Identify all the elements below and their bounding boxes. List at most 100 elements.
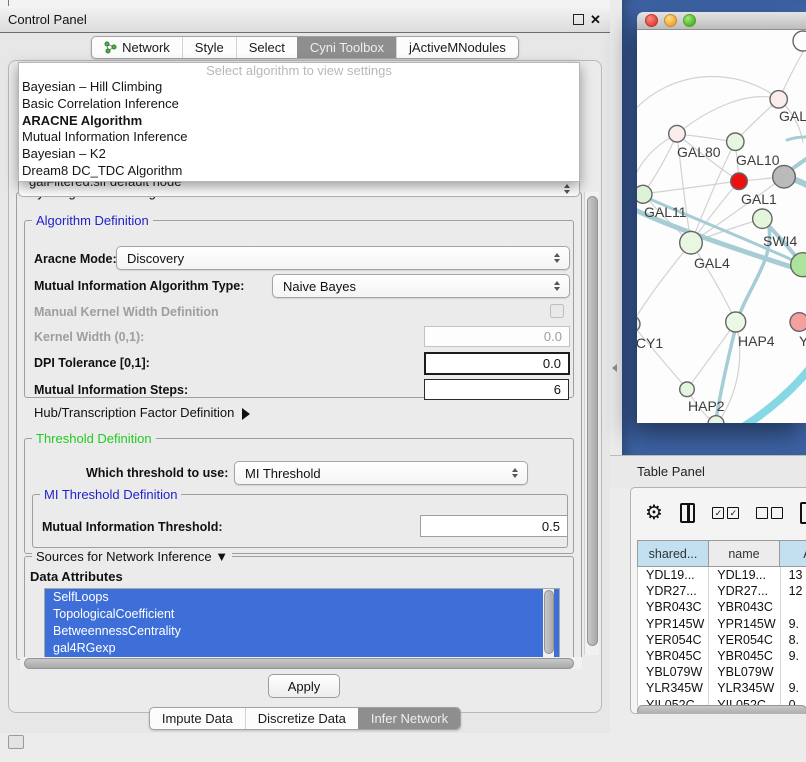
network-graph[interactable]: GALGAL80GAL10GAL1GAL11SWI4GAL4GCY1HAP4YH… <box>637 30 806 423</box>
close-panel-icon[interactable]: ✕ <box>590 13 601 26</box>
manual-kernel-width-label: Manual Kernel Width Definition <box>34 305 219 319</box>
which-threshold-combobox[interactable]: MI Threshold <box>234 461 528 485</box>
tab-jactivemnodules[interactable]: jActiveMNodules <box>396 37 518 58</box>
manual-kernel-width-checkbox[interactable] <box>550 304 564 318</box>
tab-label: Impute Data <box>162 711 233 726</box>
network-node-hap2[interactable] <box>680 382 695 397</box>
kernel-width-field[interactable]: 0.0 <box>424 326 570 347</box>
network-node-hap4[interactable] <box>726 312 746 332</box>
network-node[interactable] <box>791 253 806 277</box>
hub-definition-toggle[interactable]: Hub/Transcription Factor Definition <box>34 405 250 420</box>
mi-steps-field[interactable]: 6 <box>424 379 569 400</box>
tab-cyni-toolbox[interactable]: Cyni Toolbox <box>297 37 396 58</box>
close-window-icon[interactable] <box>645 14 658 27</box>
network-edge[interactable] <box>643 134 677 194</box>
network-node-gal80[interactable] <box>669 125 686 142</box>
mi-algorithm-type-combobox[interactable]: Naive Bayes <box>272 274 570 298</box>
network-node-gal4[interactable] <box>680 231 703 254</box>
network-node-gcy1[interactable] <box>637 316 640 332</box>
settings-horizontal-scrollbar-thumb[interactable] <box>24 658 574 669</box>
tab-label: Infer Network <box>371 711 448 726</box>
network-window-titlebar[interactable] <box>637 12 806 30</box>
table-cell: YLR345W <box>709 680 780 696</box>
table-horizontal-scrollbar[interactable] <box>635 704 806 714</box>
table-cell: YDL19... <box>709 567 780 583</box>
attr-list-scrollbar[interactable] <box>543 589 554 658</box>
tab-select[interactable]: Select <box>236 37 297 58</box>
apply-button[interactable]: Apply <box>268 674 340 698</box>
network-window: GALGAL80GAL10GAL1GAL11SWI4GAL4GCY1HAP4YH… <box>637 12 806 423</box>
table-cell: YBR045C <box>709 648 780 664</box>
network-node-gal1[interactable] <box>731 173 748 190</box>
algorithm-dropdown-popup: Select algorithm to view settings Bayesi… <box>18 62 580 182</box>
tab-network[interactable]: Network <box>92 37 182 58</box>
table-row[interactable]: YLR345WYLR345W9. <box>638 680 806 696</box>
float-panel-icon[interactable] <box>573 14 584 25</box>
attr-list-scrollbar-thumb[interactable] <box>544 590 554 654</box>
data-attributes-list[interactable]: SelfLoopsTopologicalCoefficientBetweenne… <box>44 588 560 661</box>
tab-infer-network[interactable]: Infer Network <box>358 708 460 729</box>
tab-discretize-data[interactable]: Discretize Data <box>245 708 358 729</box>
network-node-gal[interactable] <box>770 91 787 108</box>
attribute-item-gal4rgexp[interactable]: gal4RGexp <box>45 640 559 657</box>
table-row[interactable]: YER054CYER054C8. <box>638 632 806 648</box>
table-data-combobox[interactable]: galFiltered.sif default node <box>18 180 580 197</box>
network-canvas[interactable]: GALGAL80GAL10GAL1GAL11SWI4GAL4GCY1HAP4YH… <box>637 30 806 423</box>
network-node-gal11[interactable] <box>637 185 652 203</box>
network-edge[interactable] <box>735 356 806 423</box>
table-row[interactable]: YBR043CYBR043C <box>638 599 806 615</box>
column-header-name[interactable]: name <box>709 541 780 566</box>
dpi-tolerance-field[interactable]: 0.0 <box>424 352 570 375</box>
network-edge[interactable] <box>643 181 739 194</box>
table-row[interactable]: YDR27...YDR27...12 <box>638 583 806 599</box>
select-all-checkboxes-icon[interactable]: ✓✓ <box>712 507 739 519</box>
network-node[interactable] <box>793 31 806 51</box>
minimize-window-icon[interactable] <box>664 14 677 27</box>
algorithm-option-aracne-algorithm[interactable]: ARACNE Algorithm <box>19 113 579 130</box>
gear-icon[interactable]: ⚙ <box>645 503 663 523</box>
algorithm-option-dream8-dc-tdc-algorithm[interactable]: Dream8 DC_TDC Algorithm <box>19 163 579 180</box>
table-row[interactable]: YBL079WYBL079W <box>638 664 806 680</box>
settings-vertical-scrollbar-thumb[interactable] <box>587 196 598 646</box>
attribute-item-betweennesscentrality[interactable]: BetweennessCentrality <box>45 623 559 640</box>
network-edge[interactable] <box>637 134 677 192</box>
network-node-gal10[interactable] <box>727 133 744 150</box>
network-edge[interactable] <box>787 137 806 140</box>
tab-style[interactable]: Style <box>182 37 236 58</box>
algorithm-option-basic-correlation-inference[interactable]: Basic Correlation Inference <box>19 96 579 113</box>
network-edge[interactable] <box>637 324 687 389</box>
panel-grip-icon[interactable] <box>8 735 24 749</box>
algorithm-option-mutual-information-inference[interactable]: Mutual Information Inference <box>19 129 579 146</box>
table-cell: 8. <box>781 632 806 648</box>
columns-icon[interactable] <box>680 503 695 523</box>
algorithm-option-bayesian-k2[interactable]: Bayesian – K2 <box>19 146 579 163</box>
collapse-down-icon[interactable]: ▼ <box>215 549 228 564</box>
aracne-mode-value: Discovery <box>127 251 184 266</box>
tab-label: Discretize Data <box>258 711 346 726</box>
network-edge[interactable] <box>677 97 779 134</box>
table-horizontal-scrollbar-thumb[interactable] <box>637 705 806 714</box>
aracne-mode-combobox[interactable]: Discovery <box>116 246 570 270</box>
column-header-shared[interactable]: shared... <box>638 541 709 566</box>
network-node-y[interactable] <box>790 313 806 332</box>
table-row[interactable]: YDL19...YDL19...13 <box>638 567 806 583</box>
deselect-all-checkboxes-icon[interactable] <box>756 507 783 519</box>
tab-impute-data[interactable]: Impute Data <box>150 708 245 729</box>
node-label-hap2: HAP2 <box>688 398 725 414</box>
attribute-item-selfloops[interactable]: SelfLoops <box>45 589 559 606</box>
algorithm-option-bayesian-hill-climbing[interactable]: Bayesian – Hill Climbing <box>19 79 579 96</box>
algorithm-definition-title: Algorithm Definition <box>32 213 153 228</box>
settings-vertical-scrollbar[interactable] <box>584 192 599 655</box>
network-node[interactable] <box>773 165 796 188</box>
attribute-item-topologicalcoefficient[interactable]: TopologicalCoefficient <box>45 606 559 623</box>
column-header-a[interactable]: A <box>780 541 806 566</box>
file-icon[interactable] <box>800 502 806 524</box>
settings-horizontal-scrollbar[interactable] <box>20 657 582 669</box>
zoom-window-icon[interactable] <box>683 14 696 27</box>
table-row[interactable]: YBR045CYBR045C9. <box>638 648 806 664</box>
table-row[interactable]: YPR145WYPR145W9. <box>638 616 806 632</box>
mi-threshold-field[interactable]: 0.5 <box>420 515 568 537</box>
network-edge[interactable] <box>637 243 691 324</box>
splitter-arrow-icon[interactable] <box>612 364 617 372</box>
network-node-swi4[interactable] <box>753 209 772 228</box>
